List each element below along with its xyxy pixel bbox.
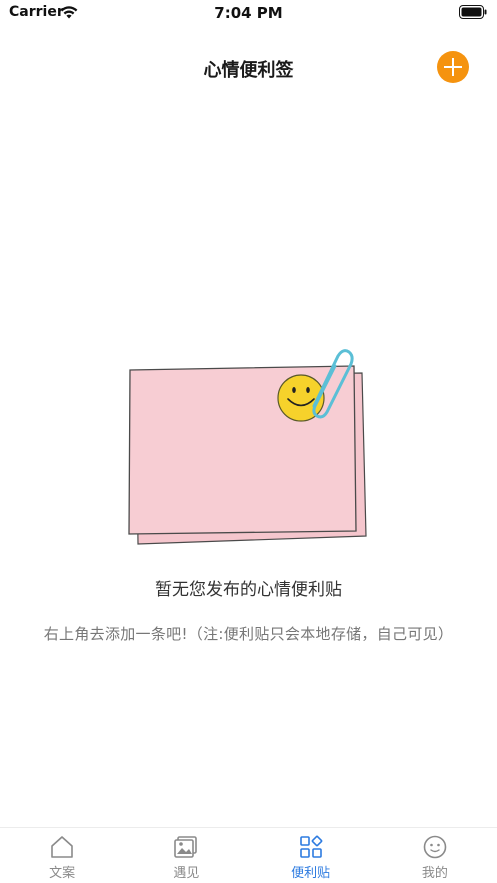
tab-bar: 文案 遇见 便利贴 我的 xyxy=(0,827,497,883)
tab-sticky-notes[interactable]: 便利贴 xyxy=(249,828,373,883)
empty-state-title: 暂无您发布的心情便利贴 xyxy=(155,580,342,600)
status-time: 7:04 PM xyxy=(214,4,283,22)
tab-encounter[interactable]: 遇见 xyxy=(124,828,248,883)
tab-label: 遇见 xyxy=(173,866,200,881)
face-icon xyxy=(423,835,447,859)
tab-mine[interactable]: 我的 xyxy=(373,828,497,883)
page-title: 心情便利签 xyxy=(203,60,294,81)
nav-bar: 心情便利签 xyxy=(0,44,497,88)
photo-icon xyxy=(174,836,198,858)
tab-label: 文案 xyxy=(49,866,76,881)
empty-state-hint: 右上角去添加一条吧!（注:便利贴只会本地存储，自己可见） xyxy=(43,625,454,643)
home-icon xyxy=(51,836,73,858)
tab-label: 便利贴 xyxy=(291,866,331,881)
plus-circle-icon xyxy=(444,58,462,76)
tab-label: 我的 xyxy=(421,866,448,881)
battery-icon xyxy=(459,5,487,19)
empty-sticky-note-illustration xyxy=(128,349,367,545)
status-bar: Carrier 7:04 PM xyxy=(0,0,497,26)
grid-icon xyxy=(299,835,322,858)
tab-copywriting[interactable]: 文案 xyxy=(0,828,124,883)
add-note-button[interactable] xyxy=(437,51,469,83)
